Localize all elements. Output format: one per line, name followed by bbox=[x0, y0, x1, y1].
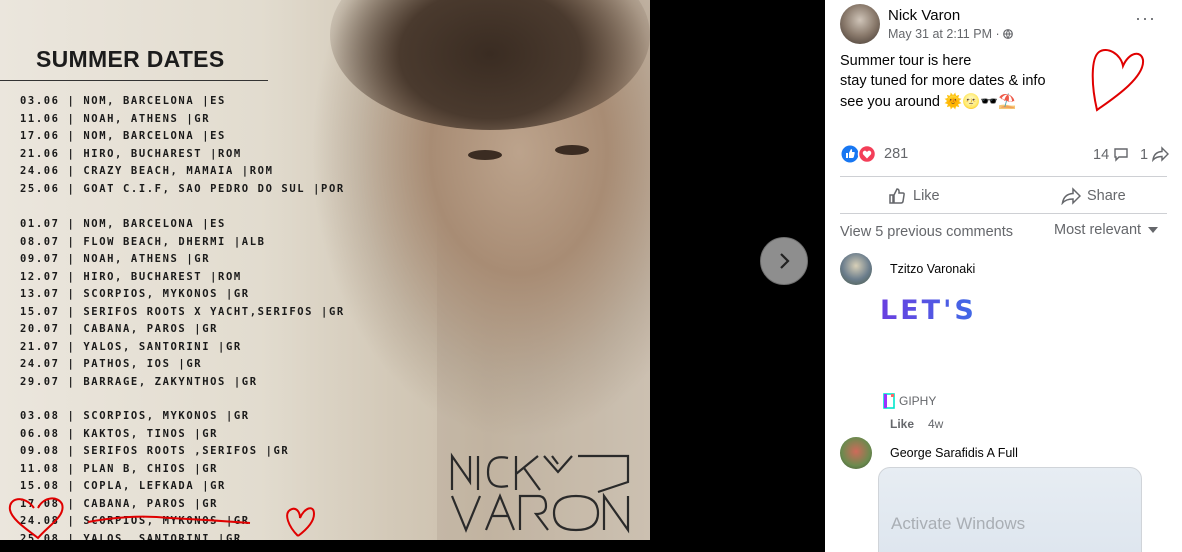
post-side-panel: Nick Varon May 31 at 2:11 PM · ··· Summe… bbox=[825, 0, 1182, 552]
post-timestamp[interactable]: May 31 at 2:11 PM bbox=[888, 27, 992, 41]
july-dates-list: 01.07 | NOM, BARCELONA |ES 08.07 | FLOW B… bbox=[20, 216, 345, 391]
portrait-eye-left bbox=[468, 150, 502, 160]
tour-date-line: 08.07 | FLOW BEACH, DHERMI |ALB bbox=[20, 235, 266, 248]
more-options-button[interactable]: ··· bbox=[1135, 8, 1156, 29]
tour-date-line: 09.07 | NOAH, ATHENS |GR bbox=[20, 253, 211, 265]
author-name[interactable]: Nick Varon bbox=[888, 7, 960, 24]
tour-date-line: 20.07 | CABANA, PAROS |GR bbox=[20, 323, 219, 335]
reactions-count[interactable]: 281 bbox=[884, 146, 908, 162]
commenter-name[interactable]: Tzitzo Varonaki bbox=[890, 262, 975, 276]
tour-date-line: 11.06 | NOAH, ATHENS |GR bbox=[20, 112, 211, 125]
giphy-icon bbox=[883, 393, 895, 409]
tour-date-line: 03.06 | NOM, BARCELONA |ES bbox=[20, 95, 226, 107]
next-photo-button[interactable] bbox=[760, 237, 808, 285]
activate-windows-watermark: Activate Windows bbox=[891, 514, 1026, 533]
author-avatar[interactable] bbox=[840, 4, 880, 44]
comment-bubble-icon bbox=[1114, 148, 1128, 162]
comment-timestamp[interactable]: 4w bbox=[928, 417, 943, 431]
thumbs-up-icon bbox=[889, 188, 905, 204]
globe-icon bbox=[1003, 29, 1014, 39]
june-dates-list: 03.06 | NOM, BARCELONA |ES 11.06 | NOAH, … bbox=[20, 93, 345, 198]
red-annotation-scribbles bbox=[8, 497, 316, 540]
tour-date-line: 24.07 | PATHOS, IOS |GR bbox=[20, 358, 203, 370]
post-image[interactable]: SUMMER DATES 03.06 | NOM, BARCELONA |ES 1… bbox=[0, 0, 650, 540]
tour-date-line: 24.06 | CRAZY BEACH, MAMAIA |ROM bbox=[20, 165, 274, 177]
tour-date-line: 06.08 | KAKTOS, TINOS |GR bbox=[20, 427, 219, 440]
comment-attachment[interactable] bbox=[878, 467, 1142, 552]
share-icon bbox=[1061, 187, 1081, 205]
post-text-line-2: stay tuned for more dates & info bbox=[840, 73, 1046, 89]
caret-down-icon bbox=[1148, 227, 1159, 233]
like-button[interactable]: Like bbox=[887, 184, 940, 208]
gif-comment[interactable]: LET'S bbox=[880, 295, 977, 326]
divider-bottom bbox=[840, 213, 1167, 214]
poster-title: SUMMER DATES bbox=[36, 46, 225, 72]
comment-like-button[interactable]: Like bbox=[890, 417, 914, 431]
giphy-attribution[interactable]: GIPHY bbox=[882, 393, 936, 409]
shares-count[interactable]: 1 bbox=[1140, 146, 1170, 163]
post-text-line-3: see you around 🌞🌝🕶️⛱️ bbox=[840, 94, 1017, 110]
commenter-avatar-2[interactable] bbox=[840, 437, 872, 469]
chevron-right-icon bbox=[780, 253, 790, 269]
tour-date-line: 21.06 | HIRO, BUCHAREST |ROM bbox=[20, 147, 242, 160]
red-heart-annotation bbox=[1091, 48, 1145, 112]
nick-varon-logo bbox=[450, 452, 630, 534]
tour-date-line: 11.08 | PLAN B, CHIOS |GR bbox=[20, 462, 219, 475]
tour-date-line: 21.07 | YALOS, SANTORINI |GR bbox=[20, 340, 242, 353]
comment-sort-dropdown[interactable]: Most relevant bbox=[1054, 222, 1159, 238]
poster-title-rule bbox=[0, 80, 268, 81]
commenter-name-2[interactable]: George Sarafidis A Full bbox=[890, 446, 1018, 460]
tour-date-line: 09.08 | SERIFOS ROOTS ,SERIFOS |GR bbox=[20, 445, 290, 457]
reaction-icons[interactable] bbox=[841, 144, 879, 164]
view-previous-comments-link[interactable]: View 5 previous comments bbox=[840, 224, 1013, 240]
tour-date-line: 13.07 | SCORPIOS, MYKONOS |GR bbox=[20, 288, 250, 300]
tour-date-line: 01.07 | NOM, BARCELONA |ES bbox=[20, 218, 226, 230]
commenter-avatar[interactable] bbox=[840, 253, 872, 285]
post-meta: May 31 at 2:11 PM · bbox=[888, 27, 1014, 41]
post-text-line-1: Summer tour is here bbox=[840, 53, 972, 69]
divider-top bbox=[840, 176, 1167, 177]
tour-date-line: 03.08 | SCORPIOS, MYKONOS |GR bbox=[20, 410, 250, 422]
portrait-eye-right bbox=[555, 145, 589, 155]
comments-count[interactable]: 14 bbox=[1093, 146, 1129, 163]
tour-date-line: 15.07 | SERIFOS ROOTS X YACHT,SERIFOS |G… bbox=[20, 305, 345, 318]
tour-date-line: 25.06 | GOAT C.I.F, SAO PEDRO DO SUL |PO… bbox=[20, 182, 345, 195]
tour-date-line: 29.07 | BARRAGE, ZAKYNTHOS |GR bbox=[20, 375, 258, 388]
share-button[interactable]: Share bbox=[1061, 184, 1126, 208]
tour-date-line: 12.07 | HIRO, BUCHAREST |ROM bbox=[20, 270, 242, 283]
tour-date-line: 17.06 | NOM, BARCELONA |ES bbox=[20, 130, 226, 142]
share-arrow-icon bbox=[1152, 146, 1170, 163]
